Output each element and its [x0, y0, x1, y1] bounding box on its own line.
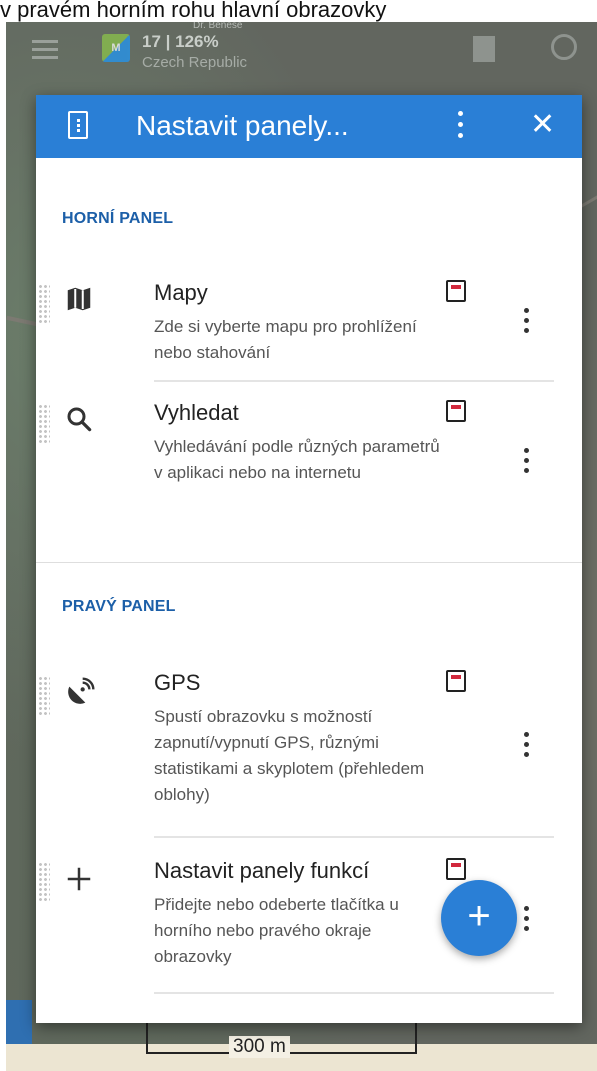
section-title-top-panel: HORNÍ PANEL [62, 210, 174, 227]
map-region: Czech Republic [142, 54, 248, 71]
scale-label: 300 m [229, 1036, 290, 1058]
item-description: Vyhledávání podle různých parametrů v ap… [154, 437, 440, 482]
list-item-maps[interactable]: Mapy Zde si vyberte mapu pro prohlížení … [36, 280, 582, 385]
item-separator [154, 836, 554, 838]
panel-settings-dialog: Nastavit panely... ✕ HORNÍ PANEL Mapy Zd… [36, 95, 582, 1023]
panel-badge-icon [446, 670, 466, 692]
topbar-search-icon[interactable] [551, 34, 577, 60]
drag-handle-icon[interactable] [38, 404, 50, 444]
item-title: Vyhledat [154, 400, 239, 425]
caption-text: v pravém horním rohu hlavní obrazovky [0, 0, 597, 22]
section-title-right-panel: PRAVÝ PANEL [62, 598, 176, 615]
item-title: GPS [154, 670, 201, 695]
dialog-more-options-icon[interactable] [456, 111, 464, 143]
item-title: Nastavit panely funkcí [154, 858, 370, 883]
map-place-label: Dr. Benese [193, 22, 243, 31]
topbar-map-icon[interactable] [473, 36, 495, 62]
drag-handle-icon[interactable] [38, 862, 50, 902]
panel-badge-icon [446, 280, 466, 302]
panel-badge-icon [446, 858, 466, 880]
panel-badge-icon [446, 400, 466, 422]
item-more-icon[interactable] [524, 906, 530, 936]
search-icon [64, 404, 100, 440]
dialog-header: Nastavit panely... ✕ [36, 95, 582, 158]
map-icon [64, 284, 100, 320]
item-separator [154, 380, 554, 382]
dialog-title: Nastavit panely... [136, 110, 349, 141]
item-description: Zde si vyberte mapu pro prohlížení nebo … [154, 317, 417, 362]
item-more-icon[interactable] [524, 448, 530, 478]
close-icon[interactable]: ✕ [530, 107, 555, 143]
map-badge[interactable]: M [102, 34, 130, 62]
item-title: Mapy [154, 280, 208, 305]
item-description: Spustí obrazovku s možností zapnutí/vypn… [154, 707, 425, 804]
hamburger-menu-icon[interactable] [32, 40, 58, 59]
item-more-icon[interactable] [524, 308, 530, 338]
gps-satellite-icon [64, 676, 100, 712]
drag-handle-icon[interactable] [38, 284, 50, 324]
panel-icon [68, 111, 88, 139]
item-description: Přidejte nebo odeberte tlačítka u horníh… [154, 895, 399, 966]
list-item-search[interactable]: Vyhledat Vyhledávání podle různých param… [36, 400, 582, 540]
map-zoom-info: 17 | 126% [142, 32, 219, 51]
item-separator [154, 992, 554, 994]
list-item-gps[interactable]: GPS Spustí obrazovku s možností zapnutí/… [36, 670, 582, 838]
drag-handle-icon[interactable] [38, 676, 50, 716]
add-function-button[interactable]: + [441, 880, 517, 956]
map-topbar: M Dr. Benese 17 | 126% Czech Republic [6, 22, 597, 92]
item-more-icon[interactable] [524, 732, 530, 762]
section-divider [36, 562, 582, 563]
plus-icon [64, 864, 100, 900]
